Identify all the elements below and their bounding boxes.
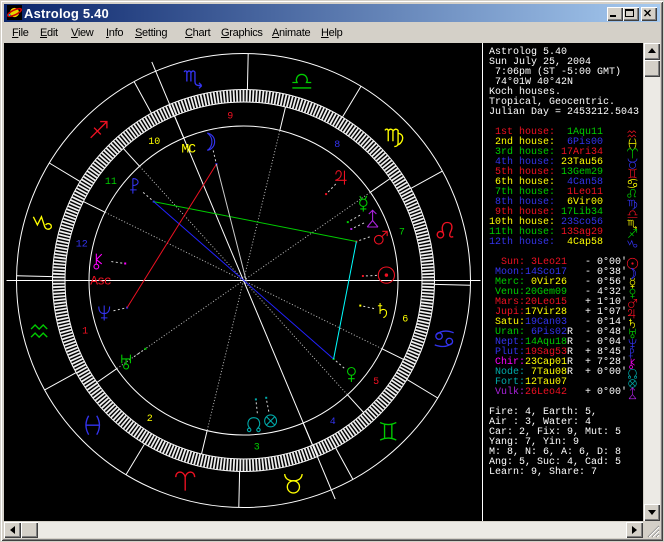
svg-text:5: 5	[373, 377, 379, 388]
svg-text:MC: MC	[181, 142, 196, 157]
svg-text:8: 8	[334, 140, 340, 151]
svg-text:Asc: Asc	[90, 274, 111, 289]
svg-text:12: 12	[76, 239, 88, 250]
svg-text:3: 3	[254, 443, 260, 454]
svg-text:1: 1	[82, 327, 88, 338]
svg-text:6: 6	[402, 315, 408, 326]
svg-text:9: 9	[227, 112, 233, 123]
svg-text:7: 7	[399, 227, 405, 238]
svg-text:2: 2	[147, 414, 153, 425]
svg-text:11: 11	[105, 177, 117, 188]
svg-text:4: 4	[330, 417, 336, 428]
svg-text:10: 10	[148, 137, 160, 148]
